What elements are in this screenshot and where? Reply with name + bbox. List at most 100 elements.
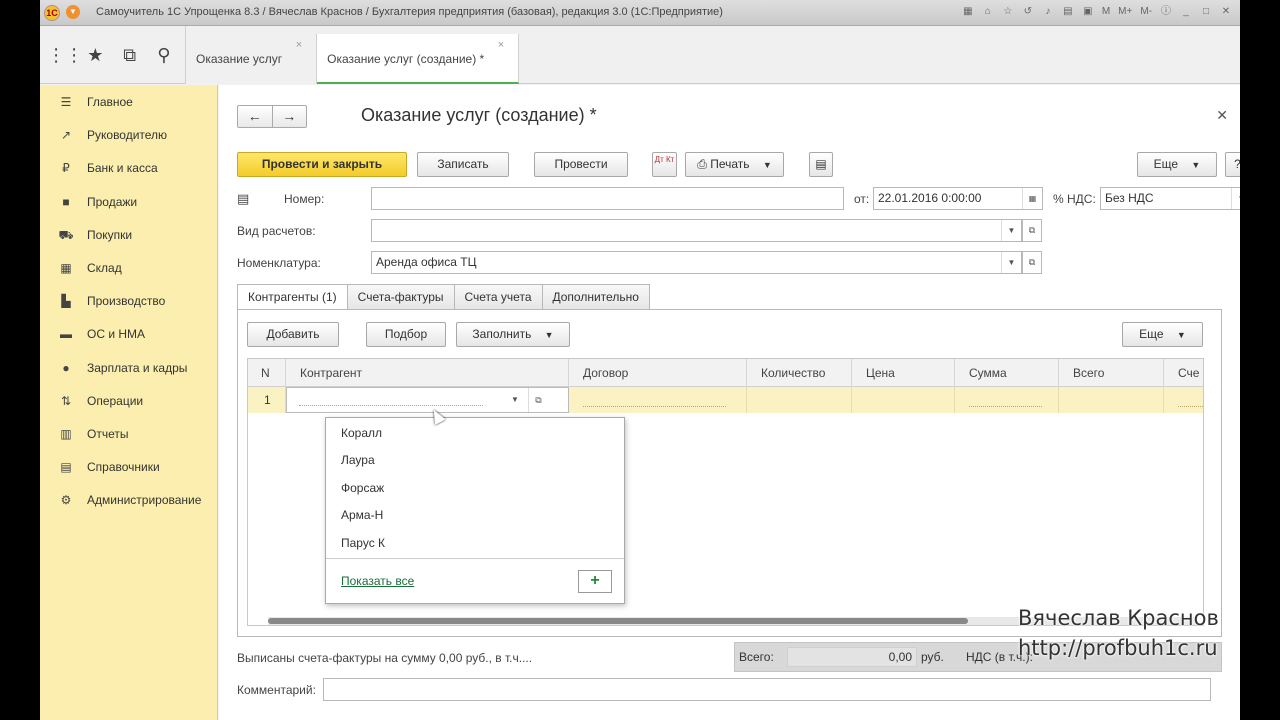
grid-icon[interactable]: ▦ <box>960 4 976 20</box>
dt-kt-button[interactable]: Дт Кт <box>652 152 677 177</box>
help-button[interactable]: ? <box>1225 152 1240 177</box>
search-icon[interactable]: ⚲ <box>150 45 178 66</box>
sidebar-item-purchases[interactable]: ⛟ Покупки <box>40 219 217 252</box>
sidebar-item-manager[interactable]: ↗ Руководителю <box>40 119 217 152</box>
sidebar-item-catalogs[interactable]: ▤ Справочники <box>40 451 217 484</box>
tab-invoices[interactable]: Счета-фактуры <box>347 284 455 310</box>
star-icon[interactable]: ☆ <box>1000 4 1016 20</box>
dropdown-item[interactable]: Арма-Н <box>326 502 624 529</box>
quantity-cell[interactable] <box>747 387 852 413</box>
add-button[interactable]: Добавить <box>247 322 339 347</box>
tab-counterparties[interactable]: Контрагенты (1) <box>237 284 348 310</box>
open-link-icon[interactable]: ⧉ <box>1022 219 1042 242</box>
ruble-icon: ₽ <box>62 161 70 176</box>
sum-cell[interactable] <box>955 387 1059 413</box>
save-button[interactable]: Записать <box>417 152 509 177</box>
nomenclature-field[interactable]: Аренда офиса ТЦ ▼ <box>371 251 1022 274</box>
chevron-down-icon[interactable]: ▼ <box>1001 220 1021 241</box>
column-header-price[interactable]: Цена <box>852 359 955 387</box>
number-field[interactable] <box>371 187 844 210</box>
column-header-sum[interactable]: Сумма <box>955 359 1059 387</box>
maximize-icon[interactable]: □ <box>1198 4 1214 20</box>
star-icon[interactable]: ★ <box>81 45 109 66</box>
main-menu-icon[interactable]: ▼ <box>66 5 80 19</box>
pick-button[interactable]: Подбор <box>366 322 446 347</box>
column-header-contract[interactable]: Договор <box>569 359 747 387</box>
bell-icon[interactable]: ♪ <box>1040 4 1056 20</box>
more-button[interactable]: Еще ▼ <box>1137 152 1217 177</box>
tab-label: Оказание услуг <box>196 52 283 66</box>
date-field[interactable]: 22.01.2016 0:00:00 ▦ <box>873 187 1043 210</box>
home-icon[interactable]: ⌂ <box>980 4 996 20</box>
column-header-quantity[interactable]: Количество <box>747 359 852 387</box>
chevron-down-icon[interactable]: ▼ <box>1231 188 1240 209</box>
column-header-counterparty[interactable]: Контрагент <box>286 359 569 387</box>
sidebar-item-bank[interactable]: ₽ Банк и касса <box>40 152 217 185</box>
history-icon[interactable]: ↺ <box>1020 4 1036 20</box>
account-cell[interactable] <box>1164 387 1203 413</box>
invoice-summary[interactable]: Выписаны счета-фактуры на сумму 0,00 руб… <box>237 651 532 665</box>
open-link-icon[interactable]: ⧉ <box>528 388 548 412</box>
table-row[interactable]: 1 ▼ ⧉ <box>248 387 1203 413</box>
memory-minus-button[interactable]: M- <box>1138 4 1154 20</box>
sidebar-item-operations[interactable]: ⇅ Операции <box>40 385 217 418</box>
contract-cell[interactable] <box>569 387 747 413</box>
sidebar-item-production[interactable]: ▙ Производство <box>40 285 217 318</box>
back-arrow-icon[interactable]: ← <box>238 106 273 127</box>
list-icon[interactable]: ▤ <box>237 191 249 207</box>
chevron-down-icon[interactable]: ▼ <box>506 388 524 412</box>
vat-select[interactable]: Без НДС ▼ <box>1100 187 1240 210</box>
sidebar-item-main[interactable]: ☰ Главное <box>40 86 217 119</box>
show-all-link[interactable]: Показать все <box>341 574 414 588</box>
history-icon[interactable]: ⧉ <box>116 45 144 66</box>
sidebar-item-warehouse[interactable]: ▦ Склад <box>40 252 217 285</box>
forward-arrow-icon[interactable]: → <box>273 106 307 127</box>
memory-button[interactable]: M <box>1100 4 1112 20</box>
dropdown-item[interactable]: Парус К <box>326 530 624 557</box>
sidebar-item-reports[interactable]: ▥ Отчеты <box>40 418 217 451</box>
sidebar-item-salary[interactable]: ● Зарплата и кадры <box>40 352 217 385</box>
close-icon[interactable]: × <box>296 20 302 70</box>
comment-field[interactable] <box>323 678 1211 701</box>
payment-type-field[interactable]: ▼ <box>371 219 1022 242</box>
dropdown-item[interactable]: Форсаж <box>326 475 624 502</box>
close-icon[interactable]: × <box>498 20 504 70</box>
print-button[interactable]: ⎙ Печать ▼ <box>685 152 784 177</box>
minimize-icon[interactable]: _ <box>1178 4 1194 20</box>
sidebar-item-admin[interactable]: ⚙ Администрирование <box>40 484 217 517</box>
memory-plus-button[interactable]: M+ <box>1116 4 1134 20</box>
dropdown-item[interactable]: Лаура <box>326 447 624 474</box>
calendar-icon[interactable]: ▦ <box>1022 188 1042 209</box>
chevron-down-icon[interactable]: ▼ <box>1001 252 1021 273</box>
table-more-button[interactable]: Еще ▼ <box>1122 322 1203 347</box>
tab-accounts[interactable]: Счета учета <box>454 284 543 310</box>
sidebar-item-sales[interactable]: ■ Продажи <box>40 186 217 219</box>
sidebar-item-assets[interactable]: ▬ ОС и НМА <box>40 318 217 351</box>
gear-icon: ⚙ <box>60 493 72 508</box>
fill-button[interactable]: Заполнить ▼ <box>456 322 570 347</box>
total-label: Всего: <box>739 650 774 664</box>
post-button[interactable]: Провести <box>534 152 628 177</box>
column-header-total[interactable]: Всего <box>1059 359 1164 387</box>
tab-service-create[interactable]: Оказание услуг (создание) * × <box>317 34 520 84</box>
close-icon[interactable]: ✕ <box>1216 107 1228 124</box>
info-icon[interactable]: ⓘ <box>1158 4 1174 20</box>
document-icon[interactable]: ▤ <box>809 152 833 177</box>
tab-service-list[interactable]: Оказание услуг × <box>186 34 318 84</box>
total-cell[interactable] <box>1059 387 1164 413</box>
calendar-icon[interactable]: ▤ <box>1060 4 1076 20</box>
column-header-n[interactable]: N <box>248 359 286 387</box>
calculator-icon[interactable]: ▣ <box>1080 4 1096 20</box>
post-and-close-button[interactable]: Провести и закрыть <box>237 152 407 177</box>
close-window-icon[interactable]: ✕ <box>1218 4 1234 20</box>
sidebar-item-label: Банк и касса <box>87 161 158 176</box>
open-link-icon[interactable]: ⧉ <box>1022 251 1042 274</box>
dropdown-item[interactable]: Коралл <box>326 420 624 447</box>
counterparty-input[interactable]: ▼ ⧉ <box>286 387 569 413</box>
price-cell[interactable] <box>852 387 955 413</box>
column-header-account[interactable]: Сче <box>1164 359 1203 387</box>
apps-icon[interactable]: ⋮⋮ <box>47 45 83 66</box>
scrollbar-thumb[interactable] <box>268 618 968 624</box>
tab-additional[interactable]: Дополнительно <box>542 284 650 310</box>
add-counterparty-button[interactable]: + <box>578 570 612 593</box>
